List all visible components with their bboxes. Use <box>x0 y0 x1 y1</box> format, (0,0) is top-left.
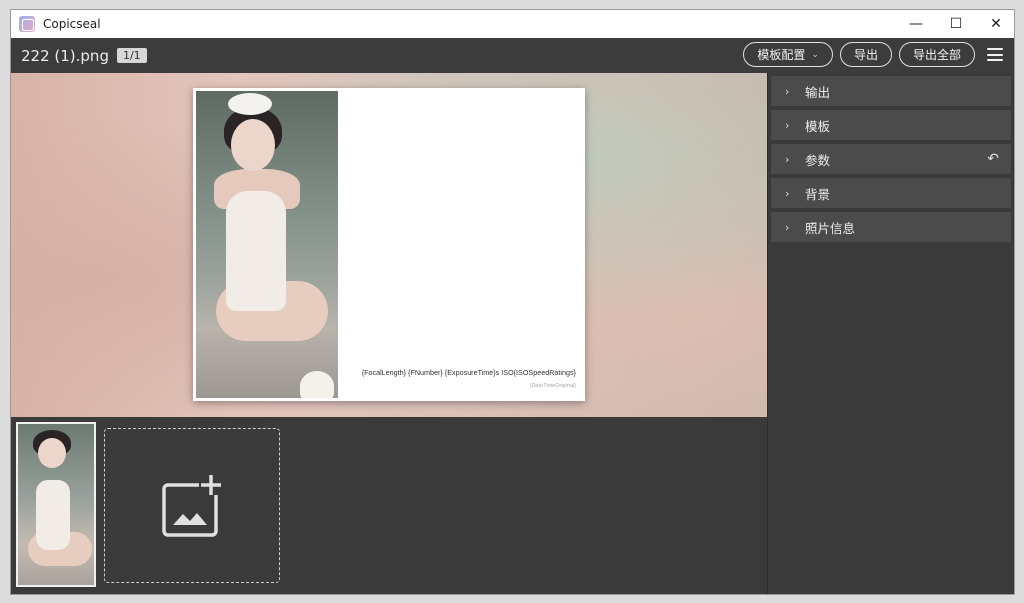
photo-preview <box>196 91 338 398</box>
section-label: 输出 <box>805 84 831 100</box>
section-label: 背景 <box>805 186 831 202</box>
template-config-button[interactable]: 模板配置 ⌄ <box>743 42 833 67</box>
minimize-button[interactable]: — <box>896 10 936 38</box>
chevron-right-icon: › <box>785 84 790 98</box>
thumbnail-item[interactable] <box>16 422 96 587</box>
export-all-button[interactable]: 导出全部 <box>898 42 975 67</box>
page-indicator-badge: 1/1 <box>116 48 147 63</box>
section-template[interactable]: › 模板 <box>771 110 1011 140</box>
chevron-right-icon: › <box>785 152 790 166</box>
exif-params-text: {FocalLength} {FNumber} {ExposureTime}s … <box>361 368 576 377</box>
chevron-right-icon: › <box>785 220 790 234</box>
toolbar-actions: 模板配置 ⌄ 导出 导出全部 <box>736 42 1008 67</box>
maximize-button[interactable]: ☐ <box>936 10 976 38</box>
exif-date-text: {DateTimeOriginal} <box>529 383 576 389</box>
app-logo-icon <box>19 16 35 32</box>
section-output[interactable]: › 输出 <box>771 76 1011 106</box>
add-image-icon <box>162 472 223 537</box>
window-controls: — ☐ ✕ <box>896 10 1014 38</box>
thumbnail-strip <box>11 417 767 594</box>
section-photo-info[interactable]: › 照片信息 <box>771 212 1011 242</box>
template-config-label: 模板配置 <box>757 48 806 62</box>
file-name: 222 (1).png <box>21 46 109 65</box>
chevron-right-icon: › <box>785 186 790 200</box>
section-label: 参数 <box>805 152 831 168</box>
section-params[interactable]: › 参数 ↶ <box>771 144 1011 174</box>
chevron-right-icon: › <box>785 118 790 132</box>
hamburger-menu-icon[interactable] <box>987 48 1003 61</box>
app-window: Copicseal — ☐ ✕ 222 (1).png 1/1 模板配置 ⌄ 导… <box>10 9 1015 595</box>
settings-panel: › 输出 › 模板 › 参数 ↶ › 背景 › 照片信息 <box>767 73 1014 594</box>
close-button[interactable]: ✕ <box>976 10 1014 38</box>
chevron-down-icon: ⌄ <box>811 49 819 60</box>
title-bar[interactable]: Copicseal — ☐ ✕ <box>11 10 1014 38</box>
section-label: 照片信息 <box>805 220 856 236</box>
add-image-tile[interactable] <box>104 428 280 583</box>
section-background[interactable]: › 背景 <box>771 178 1011 208</box>
preview-area: {FocalLength} {FNumber} {ExposureTime}s … <box>11 73 767 417</box>
reset-icon[interactable]: ↶ <box>987 151 999 167</box>
toolbar: 222 (1).png 1/1 模板配置 ⌄ 导出 导出全部 <box>11 38 1014 73</box>
preview-card: {FocalLength} {FNumber} {ExposureTime}s … <box>193 88 585 401</box>
export-button[interactable]: 导出 <box>839 42 892 67</box>
app-title: Copicseal <box>43 17 101 31</box>
section-label: 模板 <box>805 118 831 134</box>
